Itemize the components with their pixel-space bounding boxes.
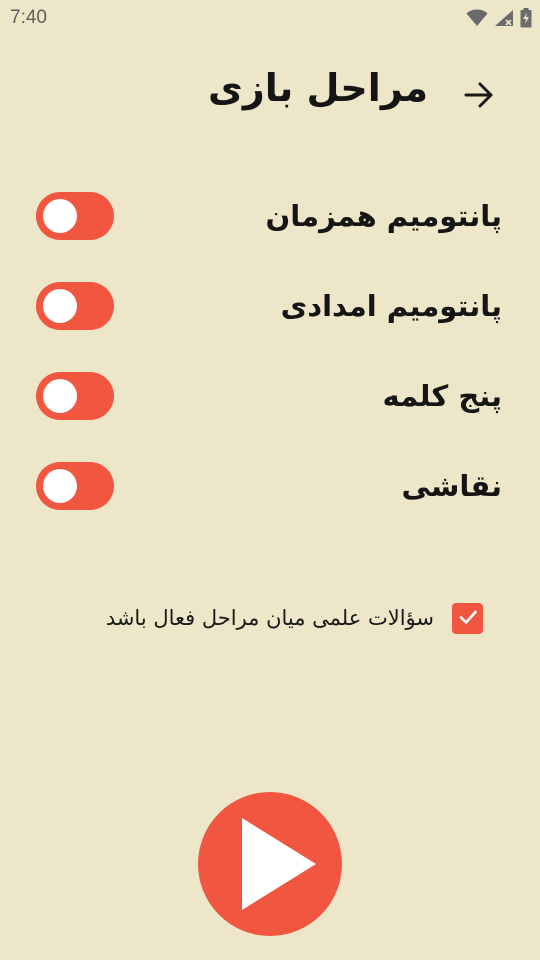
stage-label: پنج کلمه <box>382 379 502 413</box>
stage-label: نقاشی <box>401 469 502 503</box>
stage-toggle[interactable] <box>36 372 114 420</box>
science-questions-label: سؤالات علمی میان مراحل فعال باشد <box>105 606 434 630</box>
arrow-right-icon <box>462 78 496 116</box>
signal-icon <box>494 9 514 27</box>
toggle-knob <box>43 469 77 503</box>
toggle-knob <box>43 289 77 323</box>
science-questions-checkbox[interactable] <box>452 603 483 634</box>
stage-row-five-words: پنج کلمه <box>0 366 540 426</box>
stage-toggle[interactable] <box>36 282 114 330</box>
stage-label: پانتومیم همزمان <box>265 199 502 233</box>
stage-toggle[interactable] <box>36 462 114 510</box>
stage-row-relay-pantomime: پانتومیم امدادی <box>0 276 540 336</box>
stage-label: پانتومیم امدادی <box>280 289 502 323</box>
check-icon <box>457 606 479 632</box>
stage-row-simultaneous-pantomime: پانتومیم همزمان <box>0 186 540 246</box>
wifi-icon <box>466 9 488 27</box>
status-time: 7:40 <box>10 7 47 28</box>
back-button[interactable] <box>456 74 502 120</box>
toggle-knob <box>43 199 77 233</box>
battery-charging-icon <box>520 8 532 28</box>
stage-row-drawing: نقاشی <box>0 456 540 516</box>
toggle-knob <box>43 379 77 413</box>
stage-toggle[interactable] <box>36 192 114 240</box>
status-icons <box>466 6 532 30</box>
play-button[interactable] <box>198 792 342 936</box>
status-bar: 7:40 <box>0 0 540 36</box>
science-questions-option: سؤالات علمی میان مراحل فعال باشد <box>0 596 540 640</box>
page-title: مراحل بازی <box>208 66 428 110</box>
